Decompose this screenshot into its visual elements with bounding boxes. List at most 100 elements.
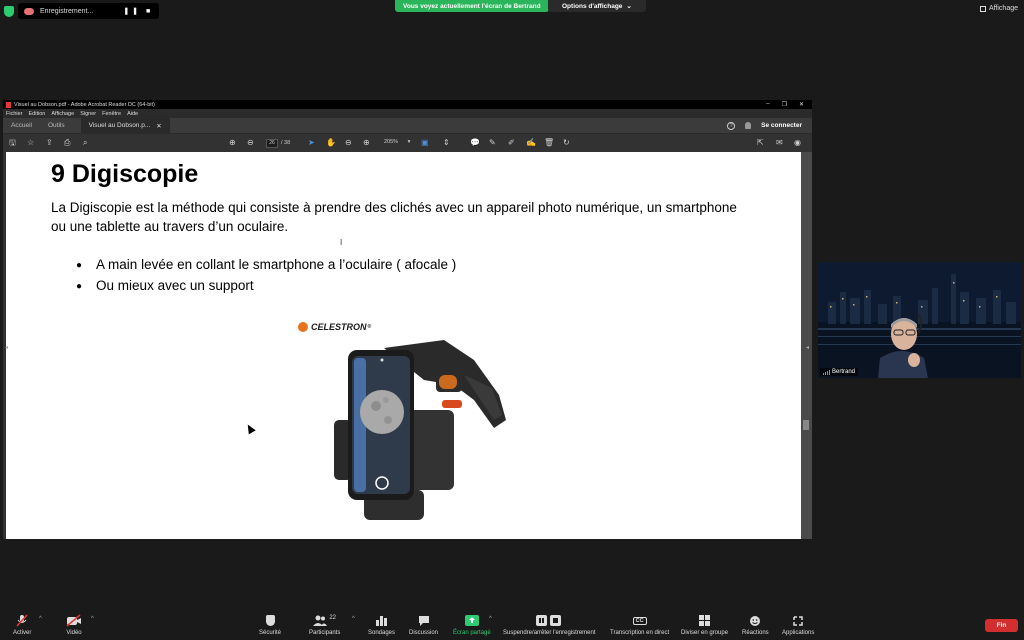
acrobat-toolbar: 🖫 ☆ ⇪ ⎙ ⌕ ⊕ ⊖ 26 / 38 ➤ ✋ ⊖ ⊕ 205% ▾ ▣ ⇕… — [3, 133, 812, 152]
share-screen-button[interactable]: Écran partagé — [453, 614, 491, 636]
comment-icon[interactable]: 💬 — [470, 138, 480, 148]
meeting-toolbar: Activer ^ Vidéo ^ Sécurité 22 Participan… — [0, 606, 1024, 640]
mute-button[interactable]: Activer — [13, 614, 31, 636]
share-screen-icon — [464, 614, 479, 627]
share-options-caret-icon[interactable]: ^ — [489, 616, 492, 622]
scrollbar-thumb[interactable] — [803, 420, 809, 430]
recording-label: Enregistrement... — [40, 7, 94, 15]
menu-view[interactable]: Affichage — [51, 111, 74, 117]
camera-off-icon — [66, 614, 82, 627]
fit-page-icon[interactable]: ▣ — [421, 138, 429, 148]
menu-file[interactable]: Fichier — [6, 111, 23, 117]
menu-sign[interactable]: Signer — [80, 111, 96, 117]
participants-icon: 22 — [313, 614, 336, 627]
affichage-button[interactable]: Affichage — [979, 5, 1018, 12]
rotate-icon[interactable]: ↻ — [563, 138, 570, 148]
video-background — [818, 262, 1021, 378]
tab-document[interactable]: Visuel au Dobson.p... ✕ — [80, 118, 170, 133]
record-button[interactable]: Suspendre/arrêter l'enregistrement — [503, 614, 596, 636]
participant-name-label: Bertrand — [820, 368, 859, 376]
tab-home[interactable]: Accueil — [3, 118, 40, 133]
page-number-input[interactable]: 26 — [266, 138, 278, 148]
video-options-caret-icon[interactable]: ^ — [91, 616, 94, 622]
participants-caret-icon[interactable]: ^ — [352, 616, 355, 622]
minimize-icon[interactable]: – — [766, 101, 769, 108]
star-icon[interactable]: ☆ — [27, 138, 34, 148]
participants-count: 22 — [329, 614, 337, 621]
measure-icon[interactable]: ⇕ — [443, 138, 450, 148]
tab-document-label: Visuel au Dobson.p... — [88, 122, 151, 129]
close-icon[interactable]: ✕ — [156, 122, 161, 130]
upload-icon[interactable]: ⇪ — [46, 138, 53, 148]
participant-video-tile[interactable]: Bertrand — [818, 262, 1021, 378]
sign-icon[interactable]: ✍ — [526, 138, 536, 148]
breakout-button[interactable]: Diviser en groupe — [681, 614, 728, 636]
maximize-icon[interactable]: ❐ — [782, 101, 787, 108]
help-icon[interactable]: ? — [727, 121, 736, 130]
print-icon[interactable]: ⎙ — [64, 138, 70, 148]
end-meeting-button[interactable]: Fin — [985, 619, 1018, 632]
transcription-button[interactable]: CC Transcription en direct — [610, 614, 669, 636]
reactions-label: Réactions — [742, 630, 769, 636]
view-options-button[interactable]: Options d'affichage ⌄ — [548, 0, 646, 12]
chat-button[interactable]: Discussion — [409, 614, 438, 636]
signin-button[interactable]: Se connecter — [761, 122, 802, 129]
pdf-page[interactable]: 9 Digiscopie La Digiscopie est la méthod… — [6, 152, 801, 539]
zoom-level[interactable]: 205% ▾ — [384, 139, 410, 145]
page-paragraph: La Digiscopie est la méthode qui consist… — [51, 200, 737, 234]
audio-options-caret-icon[interactable]: ^ — [39, 616, 42, 622]
list-item: A main levée en collant le smartphone a … — [76, 255, 456, 276]
video-label: Vidéo — [66, 630, 82, 636]
apps-icon — [792, 614, 804, 627]
registered-mark: ® — [367, 324, 372, 330]
participants-button[interactable]: 22 Participants — [309, 614, 340, 637]
search-icon[interactable]: ⌕ — [83, 138, 87, 148]
pen-icon[interactable]: ✎ — [489, 138, 496, 148]
delete-icon[interactable]: 🗑 — [544, 138, 554, 148]
zoom-meeting-window: Enregistrement... ❚❚ ■ Vous voyez actuel… — [0, 0, 1024, 640]
mail-icon[interactable]: ✉ — [776, 138, 783, 148]
grid-view-icon — [979, 5, 986, 12]
bullet-list: A main levée en collant le smartphone a … — [76, 255, 456, 297]
polls-label: Sondages — [368, 630, 396, 636]
right-panel-arrow-icon[interactable]: ◂ — [806, 344, 809, 351]
acrobat-window: Visuel au Dobson.pdf - Adobe Acrobat Rea… — [3, 100, 812, 539]
menu-help[interactable]: Aide — [127, 111, 138, 117]
menu-edit[interactable]: Edition — [29, 111, 46, 117]
page-total: / 38 — [281, 140, 291, 146]
affichage-label: Affichage — [988, 5, 1018, 12]
share-icon[interactable]: ⇱ — [757, 138, 764, 148]
menu-window[interactable]: Fenêtre — [102, 111, 121, 117]
hand-tool-icon[interactable]: ✋ — [326, 138, 336, 148]
draw-icon[interactable]: ✐ — [508, 138, 515, 148]
bell-icon[interactable] — [745, 122, 752, 129]
zoom-out-icon[interactable]: ⊖ — [345, 138, 352, 148]
left-panel-arrow-icon[interactable]: ◂ — [5, 344, 8, 351]
video-button[interactable]: Vidéo — [66, 614, 82, 636]
acrobat-title: Visuel au Dobson.pdf - Adobe Acrobat Rea… — [14, 101, 155, 108]
cc-glyph: CC — [632, 616, 647, 625]
share-screen-label: Écran partagé — [453, 630, 491, 636]
celestron-brand: CELESTRON — [311, 322, 367, 332]
account-icon[interactable]: ◉ — [794, 138, 801, 148]
reactions-button[interactable]: Réactions — [742, 614, 769, 636]
prev-page-icon[interactable]: ⊕ — [229, 138, 236, 148]
acrobat-tabs: Accueil Outils Visuel au Dobson.p... ✕ ?… — [3, 118, 812, 133]
polls-button[interactable]: Sondages — [368, 614, 395, 636]
shield-icon[interactable] — [4, 5, 14, 17]
recording-controls[interactable]: ❚❚ ■ — [123, 7, 153, 15]
list-item: Ou mieux avec un support — [76, 276, 456, 297]
next-page-icon[interactable]: ⊖ — [247, 138, 254, 148]
apps-button[interactable]: Applications — [782, 614, 814, 636]
zoom-in-icon[interactable]: ⊕ — [363, 138, 370, 148]
phone-mount-image — [334, 340, 506, 520]
select-tool-icon[interactable]: ➤ — [308, 138, 315, 148]
tab-tools[interactable]: Outils — [40, 118, 73, 133]
save-icon[interactable]: 🖫 — [9, 138, 16, 148]
close-icon[interactable]: ✕ — [799, 101, 804, 108]
share-banner: Vous voyez actuellement l'écran de Bertr… — [395, 0, 549, 12]
signal-icon — [823, 369, 830, 375]
mute-label: Activer — [13, 630, 32, 636]
security-button[interactable]: Sécurité — [259, 614, 281, 636]
participant-name: Bertrand — [832, 369, 856, 375]
